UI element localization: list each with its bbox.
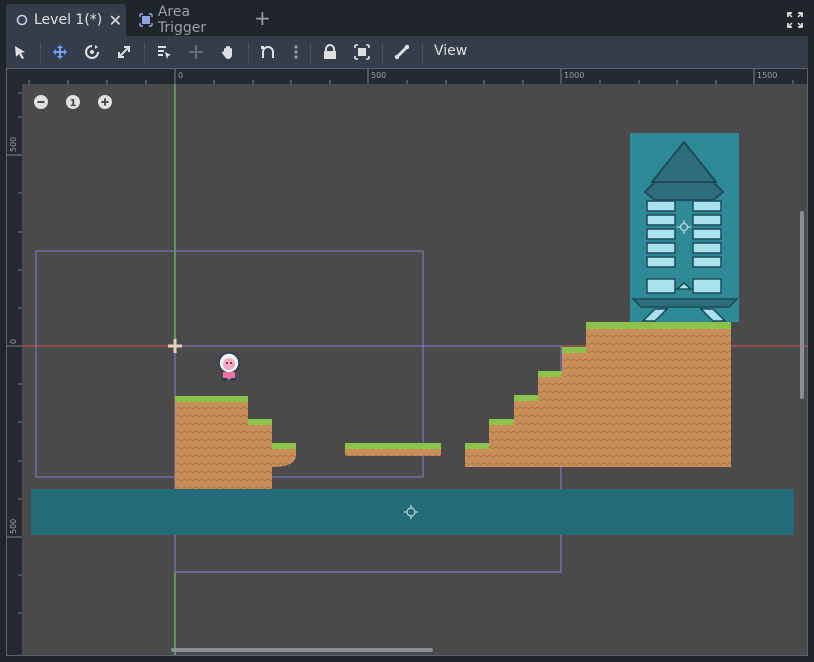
floating-platform — [345, 443, 441, 456]
ruler-left-label-neg500: 500 — [9, 137, 18, 152]
right-ground — [465, 322, 731, 467]
ruler-top-label-500: 500 — [371, 71, 386, 80]
lock-icon[interactable] — [320, 42, 340, 62]
tab-level-1[interactable]: Level 1(*) ✕ — [6, 4, 126, 36]
distraction-free-icon[interactable] — [786, 11, 804, 29]
ruler-top-label-0: 0 — [178, 71, 183, 80]
bone-icon[interactable] — [392, 42, 412, 62]
tab-label: Area Trigger — [157, 4, 207, 36]
area-node-icon — [138, 12, 154, 28]
ruler-left: 500 0 500 — [7, 69, 22, 655]
move-tool-icon[interactable] — [50, 42, 70, 62]
rotate-tool-icon[interactable] — [82, 42, 102, 62]
close-icon[interactable]: ✕ — [109, 11, 122, 30]
separator — [382, 42, 383, 64]
scene-canvas — [7, 69, 807, 655]
rocket-sprite — [630, 133, 739, 322]
horizontal-scrollbar[interactable] — [171, 648, 433, 652]
separator — [310, 42, 311, 64]
canvas-viewport[interactable]: 0 500 1000 1500 500 0 500 1 — [6, 68, 808, 656]
separator — [422, 42, 423, 64]
separator — [248, 42, 249, 64]
zoom-reset-button[interactable]: 1 — [65, 94, 81, 110]
ruler-left-label-0: 0 — [9, 339, 18, 344]
separator — [40, 42, 41, 64]
select-tool-icon[interactable] — [10, 42, 30, 62]
group-icon[interactable] — [352, 42, 372, 62]
list-select-icon[interactable] — [154, 42, 174, 62]
more-icon[interactable] — [286, 42, 306, 62]
tab-label: Level 1(*) — [34, 12, 103, 28]
ruler-top-label-1000: 1000 — [564, 71, 584, 80]
canvas-toolbar: View — [6, 36, 808, 68]
player-sprite — [218, 352, 240, 381]
zoom-reset-label: 1 — [70, 98, 77, 109]
zoom-out-icon[interactable] — [33, 94, 49, 110]
scene-tab-bar: Level 1(*) ✕ Area Trigger + — [0, 0, 814, 38]
vertical-scrollbar[interactable] — [800, 211, 804, 399]
view-menu[interactable]: View — [434, 43, 467, 59]
circle-node-icon — [14, 12, 30, 28]
snap-icon[interactable] — [258, 42, 278, 62]
pan-icon[interactable] — [218, 42, 238, 62]
water-area — [31, 489, 794, 535]
ruler-top: 0 500 1000 1500 — [7, 69, 807, 84]
scale-tool-icon[interactable] — [114, 42, 134, 62]
separator — [144, 42, 145, 64]
left-ground — [175, 396, 296, 489]
origin-marker — [168, 339, 182, 353]
pivot-icon[interactable] — [186, 42, 206, 62]
tab-area-trigger[interactable]: Area Trigger — [130, 4, 242, 36]
add-tab-icon[interactable]: + — [254, 8, 271, 28]
ruler-top-label-1500: 1500 — [757, 71, 777, 80]
zoom-in-icon[interactable] — [97, 94, 113, 110]
ruler-left-label-500: 500 — [9, 519, 18, 534]
